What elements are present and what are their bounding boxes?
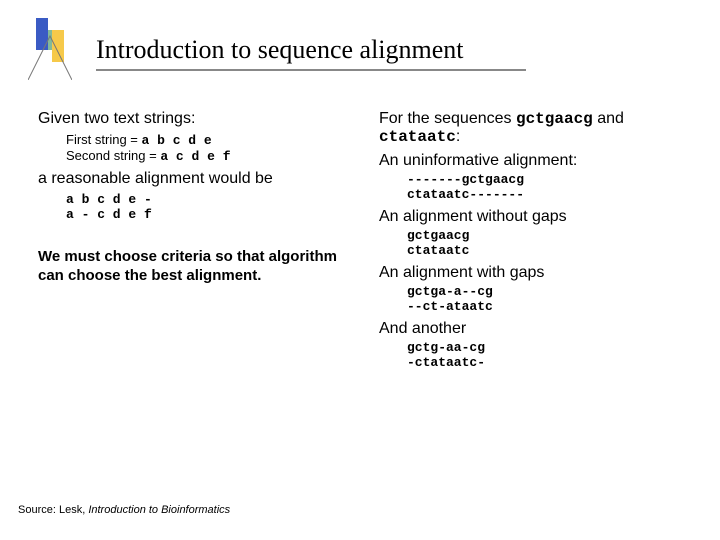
criteria-statement: We must choose criteria so that algorith… [38, 248, 349, 286]
second-string-label: Second string = [66, 148, 160, 163]
source-title: Introduction to Bioinformatics [88, 504, 230, 516]
right-column: For the sequences gctgaacg and ctataatc:… [379, 110, 690, 376]
given-label: Given two text strings: [38, 110, 349, 128]
reasonable-align-1: a b c d e - [66, 192, 349, 207]
seq1: gctgaacg [516, 110, 593, 128]
title-underline [96, 69, 526, 71]
another-line-2: -ctataatc- [407, 355, 690, 370]
first-string-label: First string = [66, 132, 142, 147]
withgaps-line-2: --ct-ataatc [407, 299, 690, 314]
uninf-line-1: -------gctgaacg [407, 172, 690, 187]
nogaps-line-2: ctataatc [407, 243, 690, 258]
for-sequences-line: For the sequences gctgaacg and ctataatc: [379, 110, 690, 146]
content-area: Given two text strings: First string = a… [38, 110, 690, 376]
withgaps-line-1: gctga-a--cg [407, 284, 690, 299]
reasonable-align-2: a - c d e f [66, 207, 349, 222]
another-label: And another [379, 320, 690, 338]
source-citation: Source: Lesk, Introduction to Bioinforma… [18, 504, 230, 516]
for-sequences-pre: For the sequences [379, 110, 516, 127]
left-column: Given two text strings: First string = a… [38, 110, 349, 376]
reasonable-label: a reasonable alignment would be [38, 170, 349, 188]
uninformative-label: An uninformative alignment: [379, 152, 690, 170]
seq2: ctataatc [379, 128, 456, 146]
slide-logo [28, 18, 72, 80]
another-line-1: gctg-aa-cg [407, 340, 690, 355]
first-string-line: First string = a b c d e [66, 132, 349, 148]
for-sequences-mid: and [593, 110, 624, 127]
title-area: Introduction to sequence alignment [96, 35, 680, 71]
nogaps-label: An alignment without gaps [379, 208, 690, 226]
first-string-value: a b c d e [142, 133, 212, 148]
nogaps-line-1: gctgaacg [407, 228, 690, 243]
withgaps-label: An alignment with gaps [379, 264, 690, 282]
second-string-line: Second string = a c d e f [66, 148, 349, 164]
second-string-value: a c d e f [160, 149, 230, 164]
uninf-line-2: ctataatc------- [407, 187, 690, 202]
source-pre: Source: Lesk, [18, 504, 88, 516]
page-title: Introduction to sequence alignment [96, 35, 680, 67]
for-sequences-post: : [456, 128, 460, 145]
